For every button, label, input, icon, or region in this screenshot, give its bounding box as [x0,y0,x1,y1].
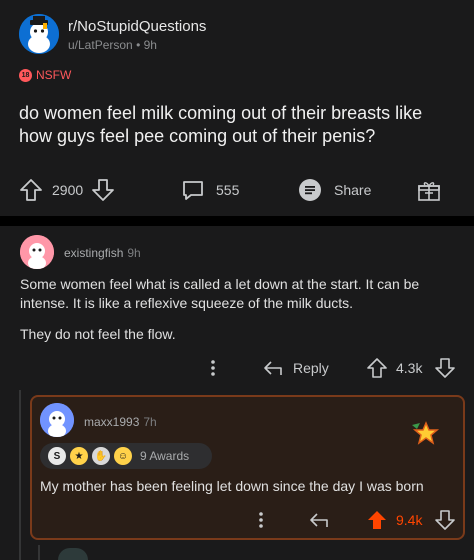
hugs-award-icon: ✋ [92,447,110,465]
silver-award-icon: S [48,447,66,465]
post-age: 9h [143,38,157,52]
reply-comment-highlighted: maxx1993 7h S ★ ✋ ☺ 9 Awards My mother ha… [30,395,465,540]
comment-downvote-button[interactable] [434,353,456,383]
post-action-bar: 2900 555 Share [0,172,474,208]
subreddit-avatar-icon[interactable] [19,14,59,54]
upvote-icon [368,511,386,529]
comment-age: 9h [127,246,141,260]
gold-award-icon: ★ [70,447,88,465]
post-meta: u/LatPerson • 9h [68,38,157,52]
more-icon [259,512,263,528]
reply-label: Reply [293,360,329,376]
subreddit-name[interactable]: r/NoStupidQuestions [68,18,206,35]
award-icon [418,182,440,201]
reply-meta: maxx1993 7h [84,415,157,429]
reply-reply-button[interactable] [308,505,330,535]
post-downvote-button[interactable] [90,172,116,208]
awards-bar[interactable]: S ★ ✋ ☺ 9 Awards [40,443,212,469]
nsfw-tag: 18 NSFW [19,68,71,82]
upvote-icon [20,179,42,201]
next-comment-avatar[interactable] [58,548,88,560]
reply-icon [264,361,282,375]
wholesome-award-icon: ☺ [114,447,132,465]
reply-age: 7h [143,415,157,429]
section-divider [0,216,474,226]
post-comment-count: 555 [216,182,240,198]
comment-upvote-button[interactable] [366,353,388,383]
star-award-icon [410,421,440,452]
awards-count: 9 Awards [140,449,190,463]
reply-vote-count: 9.4k [396,512,423,528]
meta-separator: • [136,38,144,52]
post-author[interactable]: u/LatPerson [68,38,133,52]
post-award-button[interactable] [416,172,442,208]
reply-upvote-button[interactable] [366,505,388,535]
nested-thread-line[interactable] [38,545,40,560]
comment-body-paragraph-1: Some women feel what is called a let dow… [20,276,420,311]
comment-reply-button[interactable]: Reply [262,353,329,383]
post-vote-count: 2900 [52,182,84,198]
more-icon [211,360,215,376]
commenter-avatar[interactable] [20,235,54,269]
reply-downvote-button[interactable] [434,505,456,535]
post-share-button[interactable]: Share [298,172,371,208]
comment-icon [183,181,203,200]
post-upvote-button[interactable] [18,172,44,208]
post-card: r/NoStupidQuestions u/LatPerson • 9h 18 … [0,0,474,216]
share-icon [299,179,321,201]
downvote-icon [92,179,114,201]
comment-author[interactable]: existingfish [64,246,123,260]
upvote-icon [367,358,387,378]
downvote-icon [435,358,455,378]
reply-action-bar: 9.4k [32,505,463,535]
reply-more-button[interactable] [254,505,268,535]
post-comments-button[interactable]: 555 [180,172,239,208]
reply-body: My mother has been feeling let down sinc… [40,478,424,494]
downvote-icon [435,510,455,530]
nsfw-label: NSFW [36,68,72,82]
comment-body-paragraph-2: They do not feel the flow. [20,326,176,342]
reply-author-avatar[interactable] [40,403,74,437]
thread-line[interactable] [19,390,21,560]
comment-action-bar: Reply 4.3k [0,353,474,383]
share-label: Share [334,182,372,198]
comment-more-button[interactable] [206,353,220,383]
post-title[interactable]: do women feel milk coming out of their b… [19,102,459,148]
reply-icon [310,513,328,527]
nsfw-badge-icon: 18 [19,68,32,82]
reply-author[interactable]: maxx1993 [84,415,139,429]
comment-meta: existingfish 9h [64,246,141,260]
comment-vote-count: 4.3k [396,360,423,376]
